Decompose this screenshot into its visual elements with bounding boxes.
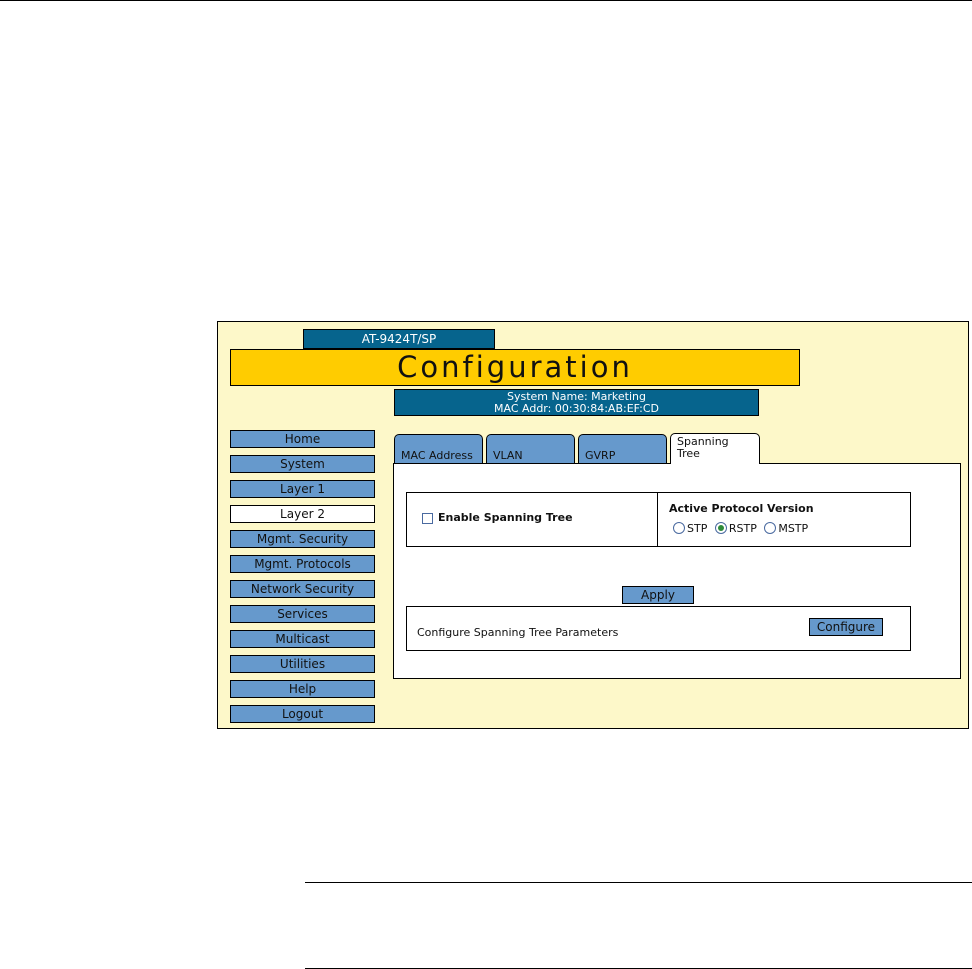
tab-spanning-tree[interactable]: Spanning Tree — [670, 433, 760, 464]
apply-button[interactable]: Apply — [622, 586, 694, 604]
stp-radio-label: STP — [687, 521, 708, 535]
nav-mgmt-security-button[interactable]: Mgmt. Security — [230, 530, 375, 548]
page-title: Configuration — [230, 349, 800, 386]
enable-spanning-tree-label: Enable Spanning Tree — [438, 511, 573, 524]
nav-services-button[interactable]: Services — [230, 605, 375, 623]
nav-multicast-button[interactable]: Multicast — [230, 630, 375, 648]
mac-address: MAC Addr: 00:30:84:AB:EF:CD — [494, 402, 659, 415]
enable-spanning-tree-checkbox[interactable] — [422, 513, 433, 524]
tab-label: VLAN — [493, 449, 523, 462]
nav-network-security-button[interactable]: Network Security — [230, 580, 375, 598]
system-info: System Name: Marketing MAC Addr: 00:30:8… — [394, 389, 759, 416]
nav-help-button[interactable]: Help — [230, 680, 375, 698]
mstp-radio-label: MSTP — [778, 521, 809, 535]
nav-logout-button[interactable]: Logout — [230, 705, 375, 723]
model-label: AT-9424T/SP — [303, 329, 495, 349]
nav-mgmt-protocols-button[interactable]: Mgmt. Protocols — [230, 555, 375, 573]
tab-label: MAC Address — [401, 449, 473, 462]
tab-label-line2: Tree — [677, 447, 700, 460]
nav-system-button[interactable]: System — [230, 455, 375, 473]
settings-divider — [657, 493, 658, 546]
web-ui-frame: AT-9424T/SP Configuration System Name: M… — [217, 321, 969, 729]
mstp-radio[interactable] — [764, 522, 777, 534]
configure-parameters-box: Configure Spanning Tree Parameters Confi… — [406, 606, 911, 651]
spanning-tree-panel: Enable Spanning Tree Active Protocol Ver… — [393, 463, 961, 679]
configure-button[interactable]: Configure — [809, 618, 883, 636]
note-rule-top — [305, 882, 972, 883]
tab-vlan[interactable]: VLAN — [486, 434, 575, 463]
nav-layer2-button[interactable]: Layer 2 — [230, 505, 375, 523]
spanning-tree-settings: Enable Spanning Tree Active Protocol Ver… — [406, 492, 911, 547]
rstp-radio[interactable] — [714, 522, 727, 534]
nav-utilities-button[interactable]: Utilities — [230, 655, 375, 673]
protocol-version-title: Active Protocol Version — [669, 502, 814, 515]
rstp-radio-label: RSTP — [728, 521, 757, 535]
tab-label: GVRP — [585, 449, 616, 462]
tab-gvrp[interactable]: GVRP — [578, 434, 667, 463]
nav-home-button[interactable]: Home — [230, 430, 375, 448]
top-rule — [0, 0, 972, 1]
protocol-radio-group: STP RSTP MSTP — [673, 521, 812, 535]
tab-mac-address[interactable]: MAC Address — [394, 434, 483, 463]
configure-parameters-label: Configure Spanning Tree Parameters — [417, 626, 619, 639]
nav-layer1-button[interactable]: Layer 1 — [230, 480, 375, 498]
stp-radio[interactable] — [673, 522, 685, 534]
